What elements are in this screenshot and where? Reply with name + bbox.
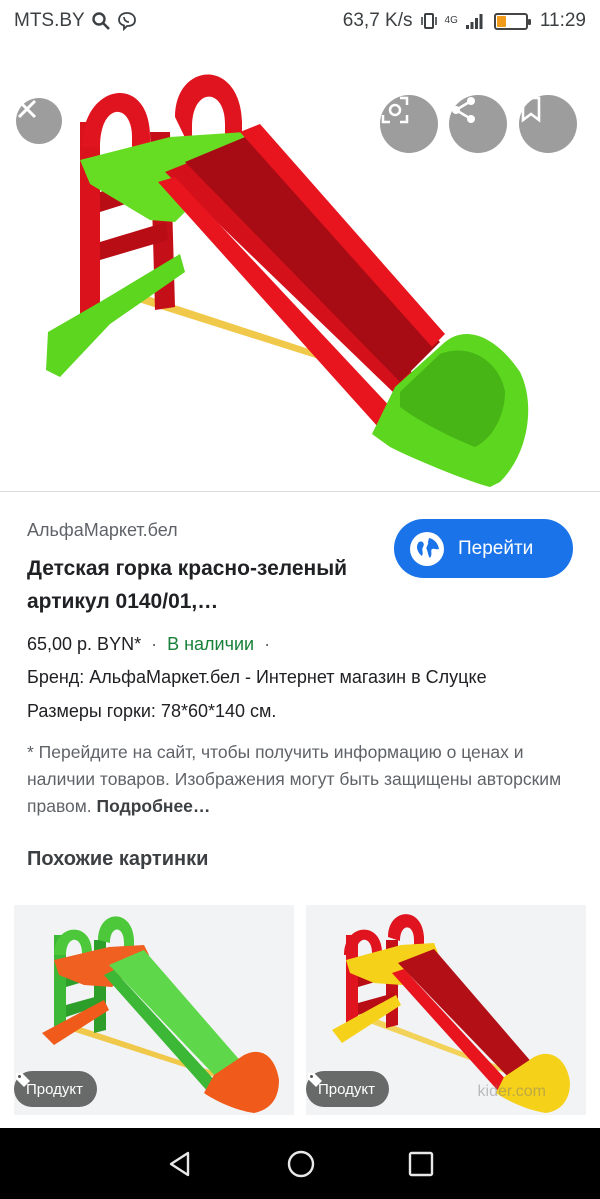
product-badge: Продукт [306, 1071, 389, 1107]
price-row: 65,00 р. BYN* · В наличии · [27, 634, 271, 654]
result-title[interactable]: Детская горка красно-зеленый артикул 014… [27, 552, 377, 618]
system-nav-bar [0, 1128, 600, 1199]
network-speed: 63,7 K/s [342, 10, 413, 31]
bookmark-icon [521, 96, 541, 123]
source-site[interactable]: АльфаМаркет.бел [27, 520, 178, 541]
save-button[interactable] [519, 95, 577, 153]
vibrate-icon [420, 13, 437, 29]
network-type: 4G [444, 15, 458, 26]
signal-icon [465, 14, 483, 29]
price: 65,00 р. BYN* [27, 634, 142, 654]
search-icon [92, 12, 110, 30]
lens-icon [381, 96, 409, 124]
share-icon [452, 97, 475, 123]
more-link[interactable]: Подробнее… [97, 796, 211, 816]
visit-button[interactable]: Перейти [394, 519, 573, 578]
product-image[interactable] [0, 42, 600, 492]
back-icon[interactable] [166, 1150, 194, 1178]
share-button[interactable] [449, 95, 507, 153]
sizes-line: Размеры горки: 78*60*140 см. [27, 701, 277, 721]
recents-icon[interactable] [408, 1151, 434, 1177]
availability: В наличии [167, 634, 255, 654]
lens-button[interactable] [380, 95, 438, 153]
battery-icon [493, 12, 531, 30]
similar-title: Похожие картинки [27, 848, 209, 870]
slide-illustration [46, 74, 529, 487]
carrier-label: MTS.BY [14, 10, 85, 31]
status-bar: MTS.BY 63,7 K/s 4G 11:29 [0, 0, 600, 42]
similar-image-2[interactable]: Продукт kider.com [306, 905, 586, 1115]
copyright-note: * Перейдите на сайт, чтобы получить инфо… [27, 739, 577, 820]
brand-line: Бренд: АльфаМаркет.бел - Интернет магази… [27, 667, 487, 687]
clock: 11:29 [539, 10, 586, 31]
similar-image-1[interactable]: Продукт [14, 905, 294, 1115]
close-button[interactable] [16, 98, 62, 144]
product-badge: Продукт [14, 1071, 97, 1107]
tag-icon [16, 1073, 30, 1087]
visit-button-label: Перейти [458, 537, 534, 559]
globe-icon [410, 531, 444, 566]
watermark: kider.com [477, 1083, 546, 1100]
divider [0, 491, 600, 492]
viber-icon [117, 12, 136, 31]
close-icon [17, 99, 37, 119]
home-icon[interactable] [286, 1149, 316, 1179]
tag-icon [308, 1073, 322, 1087]
